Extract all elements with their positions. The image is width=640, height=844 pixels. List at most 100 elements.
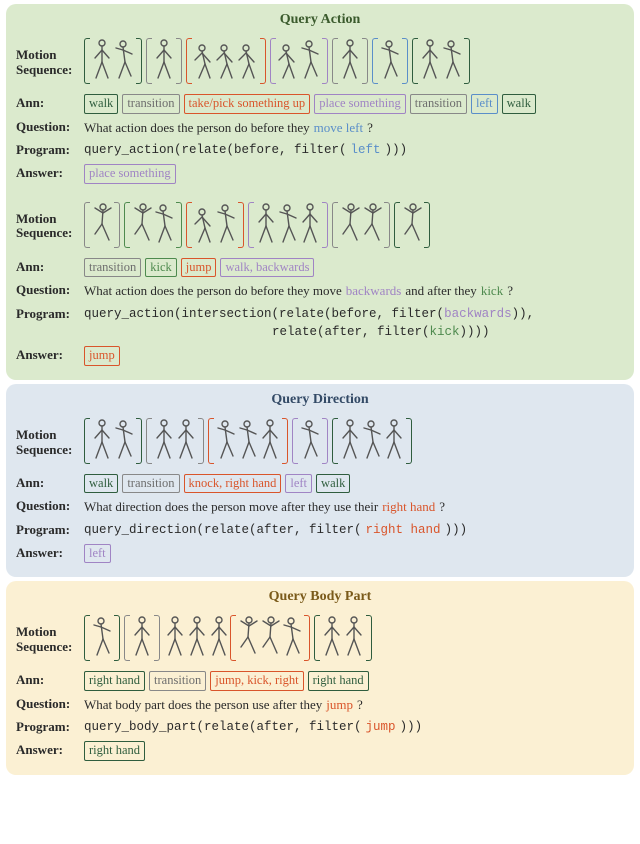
row-question: Question: What direction does the person… <box>16 497 624 517</box>
row-ann: Ann: right hand transition jump, kick, r… <box>16 671 624 691</box>
ann-tag: knock, right hand <box>184 474 282 494</box>
ann-tag: walk <box>84 474 118 494</box>
program-part: ))) <box>445 521 468 540</box>
answer-tag: right hand <box>84 741 145 761</box>
stick-figure-icon <box>419 38 441 84</box>
bracket-close-icon <box>238 202 244 248</box>
answer-tag: place something <box>84 164 176 184</box>
bracket-close-icon <box>322 418 328 464</box>
stick-figure-icon <box>215 202 237 248</box>
question-highlight: backwards <box>346 281 402 301</box>
stick-figure-icon <box>339 38 361 84</box>
stick-figure-icon <box>91 38 113 84</box>
program-highlight: left <box>351 141 381 160</box>
bracket-close-icon <box>402 38 408 84</box>
label-ann: Ann: <box>16 671 84 688</box>
question-text: What direction does the person move afte… <box>84 497 624 517</box>
ann-tag: walk <box>84 94 118 114</box>
row-motion: Motion Sequence: <box>16 202 624 254</box>
stick-figure-icon <box>91 202 113 248</box>
stick-figure-icon <box>113 418 135 464</box>
row-question: Question: What action does the person do… <box>16 118 624 138</box>
bracket-open-icon <box>186 202 192 248</box>
stick-figure-icon <box>401 202 423 248</box>
bracket-close-icon <box>282 418 288 464</box>
question-part: ? <box>357 695 363 715</box>
program-highlight: right hand <box>366 521 441 540</box>
question-part: ? <box>507 281 513 301</box>
bracket-open-icon <box>332 202 338 248</box>
stick-figure-icon <box>299 418 321 464</box>
stick-figure-icon <box>193 202 215 248</box>
bracket-open-icon <box>248 202 254 248</box>
program-highlight: backwards <box>444 307 512 321</box>
label-ann: Ann: <box>16 474 84 491</box>
stick-figure-icon <box>164 615 186 661</box>
row-answer: Answer: jump <box>16 346 624 366</box>
row-answer: Answer: place something <box>16 164 624 184</box>
example-block: Motion Sequence: <box>16 202 624 366</box>
motion-sequence <box>84 38 624 86</box>
bracket-open-icon <box>314 615 320 661</box>
bracket-open-icon <box>186 38 192 84</box>
motion-sequence <box>84 418 624 466</box>
bracket-open-icon <box>270 38 276 84</box>
ann-tag: transition <box>410 94 467 114</box>
ann-tags: walk transition take/pick something up p… <box>84 94 624 114</box>
row-answer: Answer: left <box>16 544 624 564</box>
program-part: query_action(intersection(relate(before,… <box>84 307 444 321</box>
bracket-close-icon <box>136 38 142 84</box>
stick-figure-icon <box>339 202 361 248</box>
row-answer: Answer: right hand <box>16 741 624 761</box>
bracket-close-icon <box>322 38 328 84</box>
section-query-action: Query Action Motion Sequence: <box>6 4 634 380</box>
label-answer: Answer: <box>16 544 84 561</box>
label-program: Program: <box>16 305 84 322</box>
label-motion: Motion Sequence: <box>16 38 84 78</box>
question-highlight: jump <box>326 695 353 715</box>
ann-tag: walk <box>316 474 350 494</box>
bracket-open-icon <box>146 38 152 84</box>
stick-figure-icon <box>361 418 383 464</box>
stick-figure-icon <box>281 615 303 661</box>
question-part: ? <box>439 497 445 517</box>
question-text: What action does the person do before th… <box>84 118 624 138</box>
stick-figure-icon <box>379 38 401 84</box>
bracket-close-icon <box>322 202 328 248</box>
program-part: ))) <box>385 141 408 160</box>
ann-tag: jump <box>181 258 217 278</box>
ann-tag: left <box>285 474 312 494</box>
program-highlight: jump <box>366 718 396 737</box>
program-text: query_action(intersection(relate(before,… <box>84 305 624 343</box>
stick-figure-icon <box>113 38 135 84</box>
question-text: What body part does the person use after… <box>84 695 624 715</box>
question-highlight: move left <box>314 118 363 138</box>
ann-tag: jump, kick, right <box>210 671 303 691</box>
bracket-open-icon <box>372 38 378 84</box>
bracket-close-icon <box>366 615 372 661</box>
bracket-close-icon <box>154 615 160 661</box>
stick-figure-icon <box>215 38 237 84</box>
stick-figure-icon <box>153 202 175 248</box>
ann-tag: transition <box>122 474 179 494</box>
row-program: Program: query_body_part(relate(after, f… <box>16 718 624 737</box>
program-part: query_body_part(relate(after, filter( <box>84 718 362 737</box>
bracket-close-icon <box>304 615 310 661</box>
label-answer: Answer: <box>16 741 84 758</box>
program-part: relate(after, filter( <box>272 325 430 339</box>
question-highlight: kick <box>481 281 503 301</box>
label-ann: Ann: <box>16 258 84 275</box>
question-highlight: right hand <box>382 497 435 517</box>
bracket-close-icon <box>384 202 390 248</box>
stick-figure-icon <box>91 418 113 464</box>
question-part: What action does the person do before th… <box>84 281 342 301</box>
label-question: Question: <box>16 497 84 514</box>
row-ann: Ann: walk transition take/pick something… <box>16 94 624 114</box>
row-ann: Ann: transition kick jump walk, backward… <box>16 258 624 278</box>
program-part: )), <box>512 307 535 321</box>
bracket-open-icon <box>230 615 236 661</box>
stick-figure-icon <box>237 418 259 464</box>
stick-figure-icon <box>321 615 343 661</box>
stick-figure-icon <box>277 202 299 248</box>
bracket-close-icon <box>198 418 204 464</box>
